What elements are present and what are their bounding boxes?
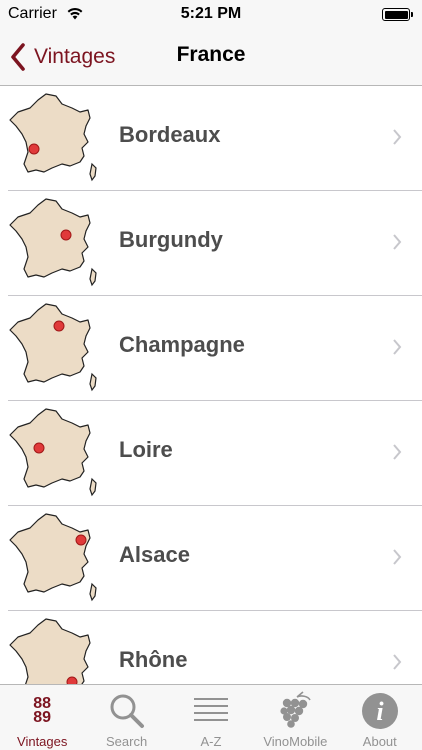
region-label: Burgundy — [119, 227, 223, 252]
search-icon — [107, 691, 147, 731]
region-label: Loire — [119, 437, 173, 462]
region-list: Bordeaux Burgundy Champagne Loire Alsace… — [0, 86, 422, 684]
list-item-loire[interactable]: Loire — [0, 401, 422, 506]
tab-about[interactable]: i About — [338, 685, 422, 750]
chevron-right-icon — [393, 234, 402, 250]
info-icon: i — [360, 691, 400, 731]
tab-vintages[interactable]: 88 89 Vintages — [0, 685, 84, 750]
list-item-champagne[interactable]: Champagne — [0, 296, 422, 401]
navigation-bar: Vintages France — [0, 28, 422, 86]
list-item-rhone[interactable]: Rhône — [0, 611, 422, 684]
battery-nub — [411, 12, 413, 17]
chevron-right-icon — [393, 444, 402, 460]
back-button-label: Vintages — [34, 45, 116, 68]
list-lines-icon — [191, 691, 231, 731]
tab-a-z[interactable]: A-Z — [169, 685, 253, 750]
tab-bar: 88 89 Vintages Search A-Z VinoMobile i A… — [0, 684, 422, 750]
vintages-88-89-icon: 88 89 — [33, 695, 52, 726]
chevron-right-icon — [393, 549, 402, 565]
tab-vinomobile[interactable]: VinoMobile — [253, 685, 337, 750]
france-map-icon — [9, 618, 91, 684]
grapes-icon — [275, 691, 315, 731]
list-item-bordeaux[interactable]: Bordeaux — [0, 86, 422, 191]
tab-label: Vintages — [17, 734, 68, 749]
france-map-icon — [9, 513, 97, 602]
france-map-icon — [9, 303, 97, 392]
list-item-alsace[interactable]: Alsace — [0, 506, 422, 611]
region-label: Bordeaux — [119, 122, 221, 147]
tab-search[interactable]: Search — [84, 685, 168, 750]
svg-text:i: i — [376, 697, 384, 726]
battery-icon — [382, 8, 410, 21]
back-button[interactable]: Vintages — [8, 40, 115, 74]
tab-label: Search — [105, 734, 148, 749]
region-label: Champagne — [119, 332, 245, 357]
list-item-burgundy[interactable]: Burgundy — [0, 191, 422, 296]
tab-label: A-Z — [200, 734, 222, 749]
chevron-left-icon — [11, 43, 25, 71]
status-time: 5:21 PM — [180, 5, 242, 22]
region-label: Rhône — [119, 647, 188, 672]
chevron-right-icon — [393, 654, 402, 670]
france-map-icon — [9, 408, 97, 497]
tab-label: VinoMobile — [263, 734, 328, 749]
chevron-right-icon — [393, 129, 402, 145]
france-map-icon — [9, 198, 97, 287]
region-label: Alsace — [119, 542, 190, 567]
france-map-icon — [9, 93, 97, 182]
tab-label: About — [362, 734, 397, 749]
chevron-right-icon — [393, 339, 402, 355]
status-bar: Carrier 5:21 PM — [0, 0, 422, 28]
